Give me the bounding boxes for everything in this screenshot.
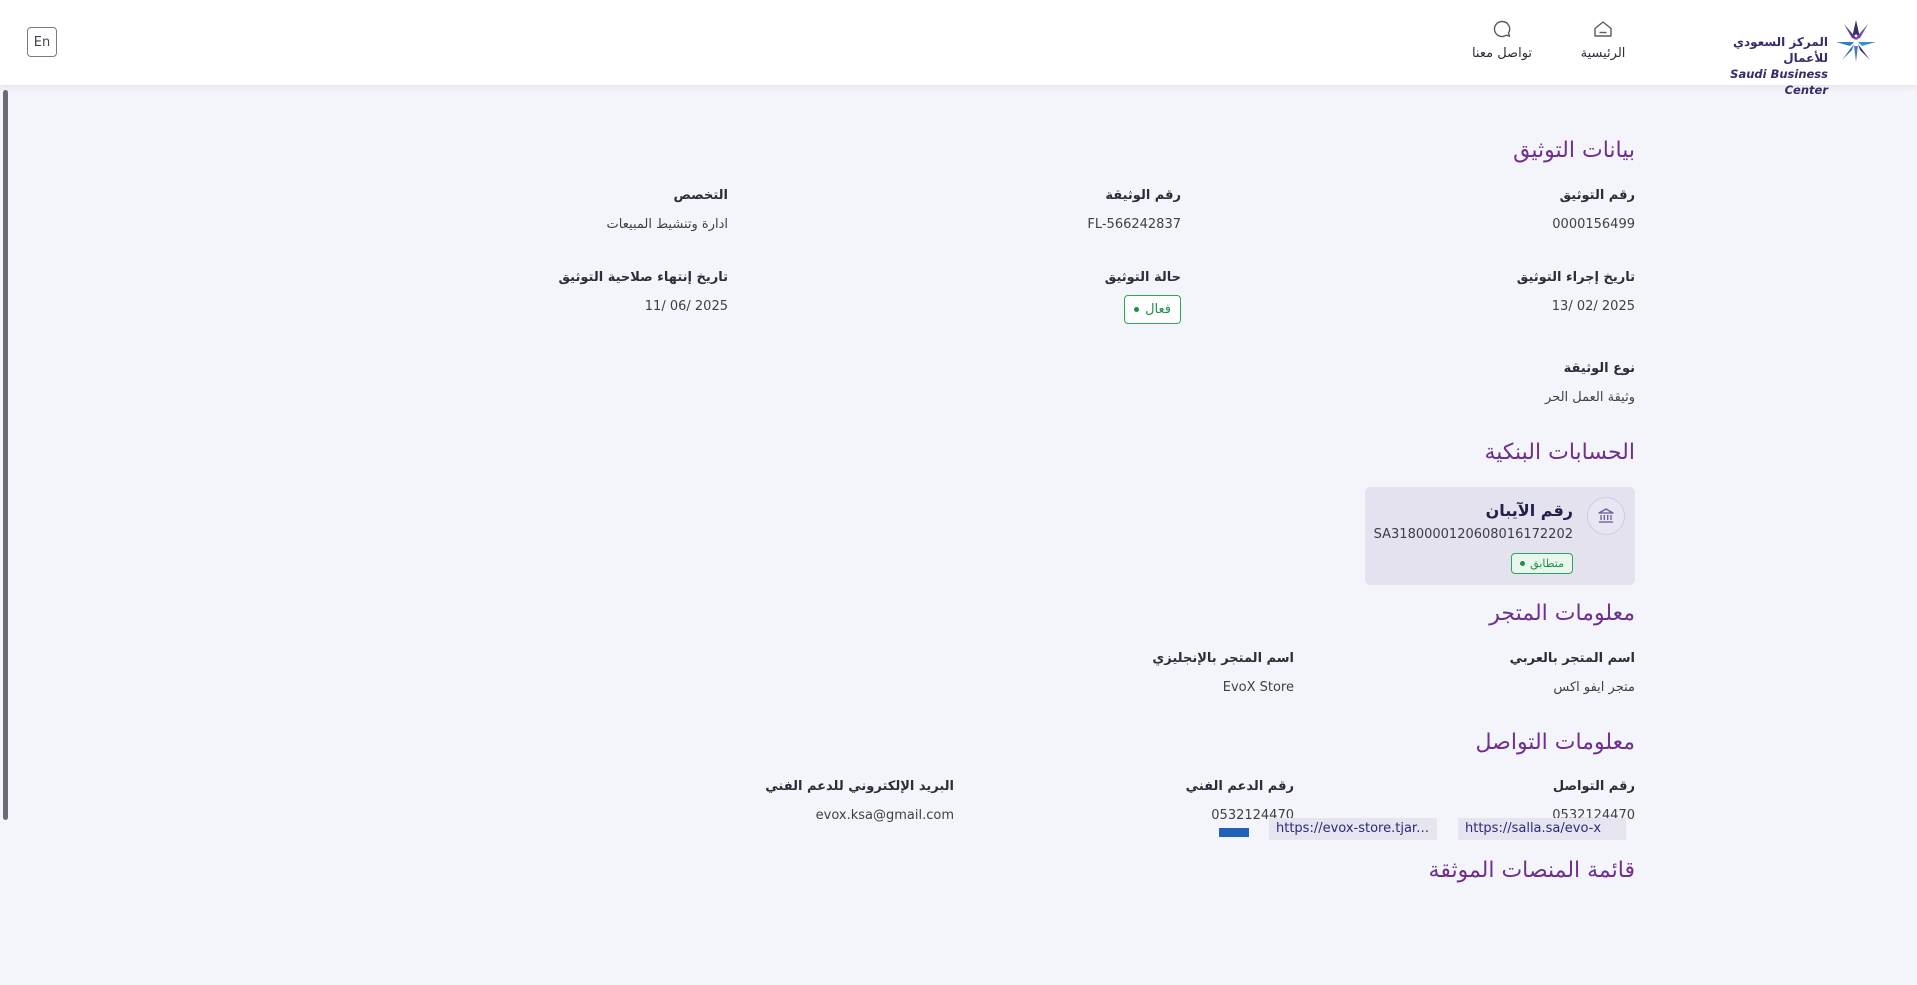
iban-match-badge: متطابق — [1511, 553, 1573, 574]
nav-contact-label: تواصل معنا — [1471, 46, 1533, 61]
document-type-field: نوع الوثيقة وثيقة العمل الحر — [1545, 361, 1635, 405]
store-name-ar-field: اسم المتجر بالعربي متجر ايفو اكس — [1510, 651, 1635, 695]
expiry-date-label: تاريخ إنتهاء صلاحية التوثيق — [558, 270, 728, 285]
verification-date-field: تاريخ إجراء التوثيق 2025 /02 /13 — [1517, 270, 1635, 314]
verification-date-label: تاريخ إجراء التوثيق — [1516, 270, 1635, 285]
bank-section-title: الحسابات البنكية — [1484, 440, 1635, 465]
support-phone-label: رقم الدعم الفني — [1185, 779, 1294, 794]
support-email-value: evox.ksa@gmail.com — [815, 808, 954, 823]
store-section-title: معلومات المتجر — [1489, 601, 1635, 626]
store-name-en-field: اسم المتجر بالإنجليزي EvoX Store — [1152, 651, 1294, 695]
platforms-section-title: قائمة المنصات الموثقة — [1428, 858, 1635, 883]
verification-status-field: حالة التوثيق فعال — [1105, 270, 1181, 324]
specialization-value: ادارة وتنشيط المبيعات — [606, 217, 728, 232]
bank-icon — [1587, 497, 1625, 535]
iban-match-text: متطابق — [1530, 557, 1564, 570]
verification-number-value: 0000156499 — [1552, 217, 1635, 232]
verification-date-value: 2025 /02 /13 — [1551, 299, 1635, 314]
chat-bubble-icon — [1492, 16, 1512, 42]
nav-contact-us[interactable]: تواصل معنا — [1462, 16, 1542, 61]
main-content: بيانات التوثيق رقم التوثيق 0000156499 رق… — [0, 85, 1917, 985]
platform-logo-icon — [1219, 828, 1249, 837]
document-number-value: FL-566242837 — [1087, 217, 1181, 232]
status-badge-text: فعال — [1145, 302, 1171, 317]
verification-status-label: حالة التوثيق — [1104, 270, 1181, 285]
nav-home[interactable]: الرئيسية — [1572, 16, 1634, 61]
verification-number-label: رقم التوثيق — [1559, 188, 1635, 203]
store-name-en-label: اسم المتجر بالإنجليزي — [1152, 651, 1294, 666]
iban-card: رقم الآيبان SA3180000120608016172202 متط… — [1365, 487, 1635, 585]
document-number-field: رقم الوثيقة FL-566242837 — [1087, 188, 1181, 232]
iban-value: SA3180000120608016172202 — [1373, 527, 1573, 542]
store-name-ar-value: متجر ايفو اكس — [1553, 680, 1635, 695]
support-email-label: البريد الإلكتروني للدعم الفني — [765, 779, 954, 794]
document-type-label: نوع الوثيقة — [1563, 361, 1635, 376]
iban-title: رقم الآيبان — [1485, 501, 1573, 520]
verification-section-title: بيانات التوثيق — [1513, 138, 1635, 163]
status-dot-icon — [1134, 307, 1140, 312]
expiry-date-value: 2025 /06 /11 — [644, 299, 728, 314]
contact-phone-field: رقم التواصل 0532124470 — [1552, 779, 1635, 823]
language-toggle-button[interactable]: En — [27, 27, 57, 57]
contact-phone-label: رقم التواصل — [1552, 779, 1635, 794]
document-type-value: وثيقة العمل الحر — [1545, 390, 1635, 405]
logo-arabic-text: المركز السعودي للأعمال — [1732, 35, 1828, 65]
home-icon — [1592, 16, 1614, 42]
logo-english-text: Saudi Business Center — [1730, 67, 1828, 97]
specialization-field: التخصص ادارة وتنشيط المبيعات — [607, 188, 728, 232]
specialization-label: التخصص — [673, 188, 728, 203]
support-phone-field: رقم الدعم الفني 0532124470 — [1186, 779, 1294, 823]
store-name-ar-label: اسم المتجر بالعربي — [1509, 651, 1635, 666]
nav-home-label: الرئيسية — [1580, 46, 1626, 61]
support-email-field: البريد الإلكتروني للدعم الفني evox.ksa@g… — [765, 779, 954, 823]
document-number-label: رقم الوثيقة — [1105, 188, 1181, 203]
status-badge: فعال — [1124, 295, 1181, 324]
saudi-business-center-logo[interactable]: المركز السعودي للأعمال Saudi Business Ce… — [1690, 16, 1880, 97]
match-dot-icon — [1520, 561, 1526, 566]
expiry-date-field: تاريخ إنتهاء صلاحية التوثيق 2025 /06 /11 — [558, 270, 728, 314]
platform-link-salla[interactable]: https://salla.sa/evo-x — [1458, 818, 1626, 840]
platform-link-tjar[interactable]: https://evox-store.tjar.sa/ — [1269, 818, 1437, 840]
logo-mark-icon — [1836, 20, 1876, 62]
verification-number-field: رقم التوثيق 0000156499 — [1552, 188, 1635, 232]
contact-section-title: معلومات التواصل — [1475, 730, 1635, 755]
store-name-en-value: EvoX Store — [1222, 680, 1294, 695]
top-header: En تواصل معنا الرئيسية المركز السعودي لل… — [0, 0, 1917, 97]
